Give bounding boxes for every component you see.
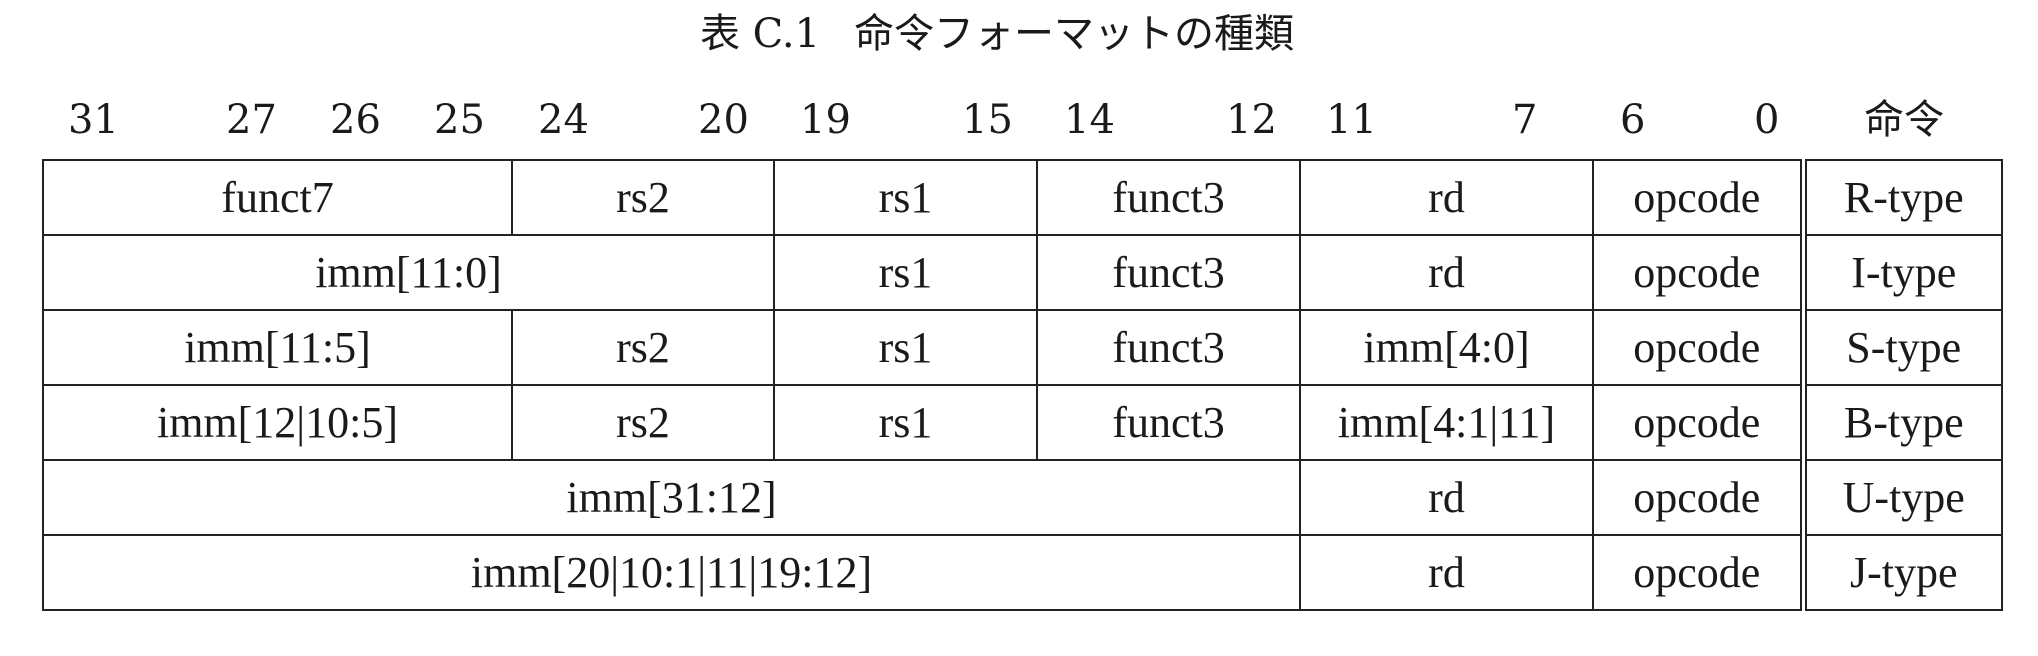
bit-label: 19 xyxy=(800,97,851,143)
field-cell: imm[4:1|11] xyxy=(1299,384,1594,461)
field-cell: imm[11:0] xyxy=(42,234,775,311)
caption-number: 表 C.1 xyxy=(699,11,821,57)
bit-label: 31 xyxy=(68,97,119,143)
field-cell: rs2 xyxy=(511,384,775,461)
field-cell: funct3 xyxy=(1036,309,1301,386)
field-cell: imm[20|10:1|11|19:12] xyxy=(42,534,1301,611)
field-cell: rs2 xyxy=(511,309,775,386)
field-cell: rs1 xyxy=(773,234,1038,311)
instruction-format-table: funct7 rs2 rs1 funct3 rd opcode R-type i… xyxy=(42,159,2003,611)
field-cell: rs1 xyxy=(773,159,1038,236)
field-cell: imm[12|10:5] xyxy=(42,384,513,461)
instruction-type-header: 命令 xyxy=(1864,97,1944,143)
bit-position-header: 31 27 26 25 24 20 19 15 14 12 11 7 6 0 xyxy=(0,94,2038,146)
caption-title: 命令フォーマットの種類 xyxy=(854,11,1295,57)
field-cell: rs1 xyxy=(773,309,1038,386)
bit-label: 26 xyxy=(330,97,381,143)
field-cell: funct3 xyxy=(1036,159,1301,236)
bit-label: 7 xyxy=(1512,97,1538,143)
bit-label: 20 xyxy=(698,97,749,143)
field-cell: opcode xyxy=(1592,234,1807,311)
field-cell: rs2 xyxy=(511,159,775,236)
field-cell: rd xyxy=(1299,459,1594,536)
table-row: imm[12|10:5] rs2 rs1 funct3 imm[4:1|11] … xyxy=(42,384,2003,461)
bit-label: 0 xyxy=(1754,97,1780,143)
bit-label: 25 xyxy=(434,97,485,143)
field-cell: funct7 xyxy=(42,159,513,236)
field-cell: opcode xyxy=(1592,159,1807,236)
field-cell: opcode xyxy=(1592,534,1807,611)
bit-label: 14 xyxy=(1064,97,1115,143)
table-row: funct7 rs2 rs1 funct3 rd opcode R-type xyxy=(42,159,2003,236)
field-cell: imm[4:0] xyxy=(1299,309,1594,386)
type-cell: R-type xyxy=(1802,159,2003,236)
field-cell: rd xyxy=(1299,159,1594,236)
field-cell: funct3 xyxy=(1036,384,1301,461)
bit-label: 6 xyxy=(1620,97,1646,143)
field-cell: imm[31:12] xyxy=(42,459,1301,536)
type-cell: J-type xyxy=(1802,534,2003,611)
field-cell: imm[11:5] xyxy=(42,309,513,386)
type-cell: I-type xyxy=(1802,234,2003,311)
field-cell: opcode xyxy=(1592,384,1807,461)
type-cell: S-type xyxy=(1802,309,2003,386)
table-caption: 表 C.1 命令フォーマットの種類 xyxy=(0,8,1994,60)
table-row: imm[11:0] rs1 funct3 rd opcode I-type xyxy=(42,234,2003,311)
type-cell: U-type xyxy=(1802,459,2003,536)
field-cell: opcode xyxy=(1592,459,1807,536)
bit-label: 15 xyxy=(962,97,1013,143)
table-row: imm[20|10:1|11|19:12] rd opcode J-type xyxy=(42,534,2003,611)
table-row: imm[11:5] rs2 rs1 funct3 imm[4:0] opcode… xyxy=(42,309,2003,386)
table-row: imm[31:12] rd opcode U-type xyxy=(42,459,2003,536)
bit-label: 27 xyxy=(226,97,277,143)
bit-label: 12 xyxy=(1226,97,1277,143)
field-cell: opcode xyxy=(1592,309,1807,386)
field-cell: rs1 xyxy=(773,384,1038,461)
field-cell: rd xyxy=(1299,234,1594,311)
field-cell: funct3 xyxy=(1036,234,1301,311)
bit-label: 24 xyxy=(538,97,589,143)
field-cell: rd xyxy=(1299,534,1594,611)
bit-label: 11 xyxy=(1326,97,1377,143)
type-cell: B-type xyxy=(1802,384,2003,461)
